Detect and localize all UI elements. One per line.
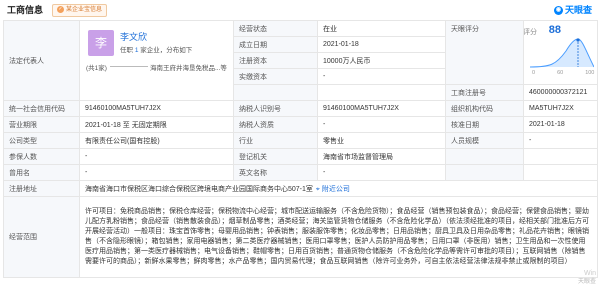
- company-count[interactable]: 1: [135, 47, 139, 54]
- score-cell[interactable]: 评分 88 0 60 100: [523, 20, 598, 85]
- header-bar: 工商信息 ✓ 某企业宝信息 ◉ 天眼查: [0, 0, 600, 18]
- industry-label: 行业: [233, 132, 318, 149]
- blank-label-2: [445, 164, 524, 181]
- taxpayer-qual-value: -: [317, 116, 446, 133]
- staff-size-label: 人员规模: [445, 132, 524, 149]
- check-icon: ✓: [57, 5, 64, 13]
- english-name-label: 英文名称: [233, 164, 318, 181]
- capital-label: 注册资本: [233, 52, 318, 69]
- empty-value: [317, 84, 446, 101]
- logo-eye-icon: ◉: [553, 6, 563, 16]
- approval-date-label: 核准日期: [445, 116, 524, 133]
- legal-rep-name[interactable]: 李文欣: [120, 30, 147, 43]
- industry-value: 零售业: [317, 132, 446, 149]
- legal-rep-meta: 任职 1 家企业，分布如下: [120, 46, 193, 54]
- company-type-label: 公司类型: [3, 132, 80, 149]
- former-name-value: -: [79, 164, 234, 181]
- former-name-label: 曾用名: [3, 164, 80, 181]
- nearby-company-link[interactable]: 附近公司: [322, 186, 350, 193]
- org-code-label: 组织机构代码: [445, 100, 524, 117]
- status-label: 经营状态: [233, 20, 318, 37]
- legal-rep-cell: 李 李文欣 任职 1 家企业，分布如下 (共1家) 海南王府井海垦免税品...等: [79, 20, 234, 101]
- map-pin-icon[interactable]: ⌖: [316, 186, 320, 193]
- credit-code-label: 统一社会信用代码: [3, 100, 80, 117]
- blank-value-1: [523, 148, 598, 165]
- taxpayer-id-label: 纳税人识别号: [233, 100, 318, 117]
- term-value: 2021-01-18 至 无固定期限: [79, 116, 234, 133]
- score-value: 88: [548, 24, 561, 36]
- blank-label-1: [445, 148, 524, 165]
- founded-value: 2021-01-18: [317, 36, 446, 53]
- taxpayer-qual-label: 纳税人资质: [233, 116, 318, 133]
- scope-value: 许可项目：免税商品销售；保税仓库经营；保税物流中心经营；城市配送运输服务（不含危…: [79, 196, 598, 278]
- scope-label: 经营范围: [3, 196, 80, 278]
- status-value: 在业: [317, 20, 446, 37]
- tianyancha-logo[interactable]: ◉ 天眼查: [553, 3, 592, 16]
- avatar[interactable]: 李: [88, 29, 114, 56]
- taxpayer-id-value: 91460100MA5TUH7J2X: [317, 100, 446, 117]
- address-cell: 海南省海口市保税区海口综合保税区跨境电商产业园国际商务中心507-1室 ⌖ 附近公司: [79, 180, 598, 197]
- authority-value: 海南省市场监督管理局: [317, 148, 446, 165]
- insured-label: 参保人数: [3, 148, 80, 165]
- capital-value: 10000万人民币: [317, 52, 446, 69]
- business-info-panel: 工商信息 ✓ 某企业宝信息 ◉ 天眼查 法定代表人 李 李文欣 任职 1 家企业，分…: [0, 0, 600, 287]
- paid-capital-value: -: [317, 68, 446, 85]
- blank-value-2: [523, 164, 598, 181]
- insured-value: -: [79, 148, 234, 165]
- address-value: 海南省海口市保税区海口综合保税区跨境电商产业园国际商务中心507-1室: [85, 185, 313, 193]
- score-label: 天眼评分: [445, 20, 524, 85]
- company-type-value: 有限责任公司(国有控股): [79, 132, 234, 149]
- approval-date-value: 2021-01-18: [523, 116, 598, 133]
- verified-chip[interactable]: ✓ 某企业宝信息: [52, 4, 108, 17]
- branch-company-link[interactable]: 海南王府井海垦免税品...等: [150, 62, 227, 72]
- paid-capital-label: 实缴资本: [233, 68, 318, 85]
- verified-chip-label: 某企业宝信息: [66, 7, 103, 13]
- section-title: 工商信息: [7, 5, 44, 15]
- english-name-value: -: [317, 164, 446, 181]
- connector-line: [110, 65, 148, 67]
- address-label: 注册地址: [3, 180, 80, 197]
- founded-label: 成立日期: [233, 36, 318, 53]
- org-code-value: MA5TUH7J2X: [523, 100, 598, 117]
- legal-rep-label: 法定代表人: [3, 20, 80, 101]
- company-total: (共1家): [86, 64, 107, 72]
- term-label: 营业期限: [3, 116, 80, 133]
- logo-text: 天眼查: [564, 5, 592, 15]
- staff-size-value: -: [523, 132, 598, 149]
- info-table: 法定代表人 李 李文欣 任职 1 家企业，分布如下 (共1家) 海南王府井海垦免…: [3, 20, 598, 278]
- score-axis: 0 60 100: [532, 70, 595, 76]
- authority-label: 登记机关: [233, 148, 318, 165]
- empty-label: [233, 84, 318, 101]
- credit-code-value: 91460100MA5TUH7J2X: [79, 100, 234, 117]
- reg-no-value: 460000000372121: [523, 84, 598, 101]
- score-distribution-curve: [530, 38, 594, 68]
- watermark-brand: 天眼查: [577, 279, 596, 285]
- reg-no-label: 工商注册号: [445, 84, 524, 101]
- score-word: 评分: [523, 29, 538, 36]
